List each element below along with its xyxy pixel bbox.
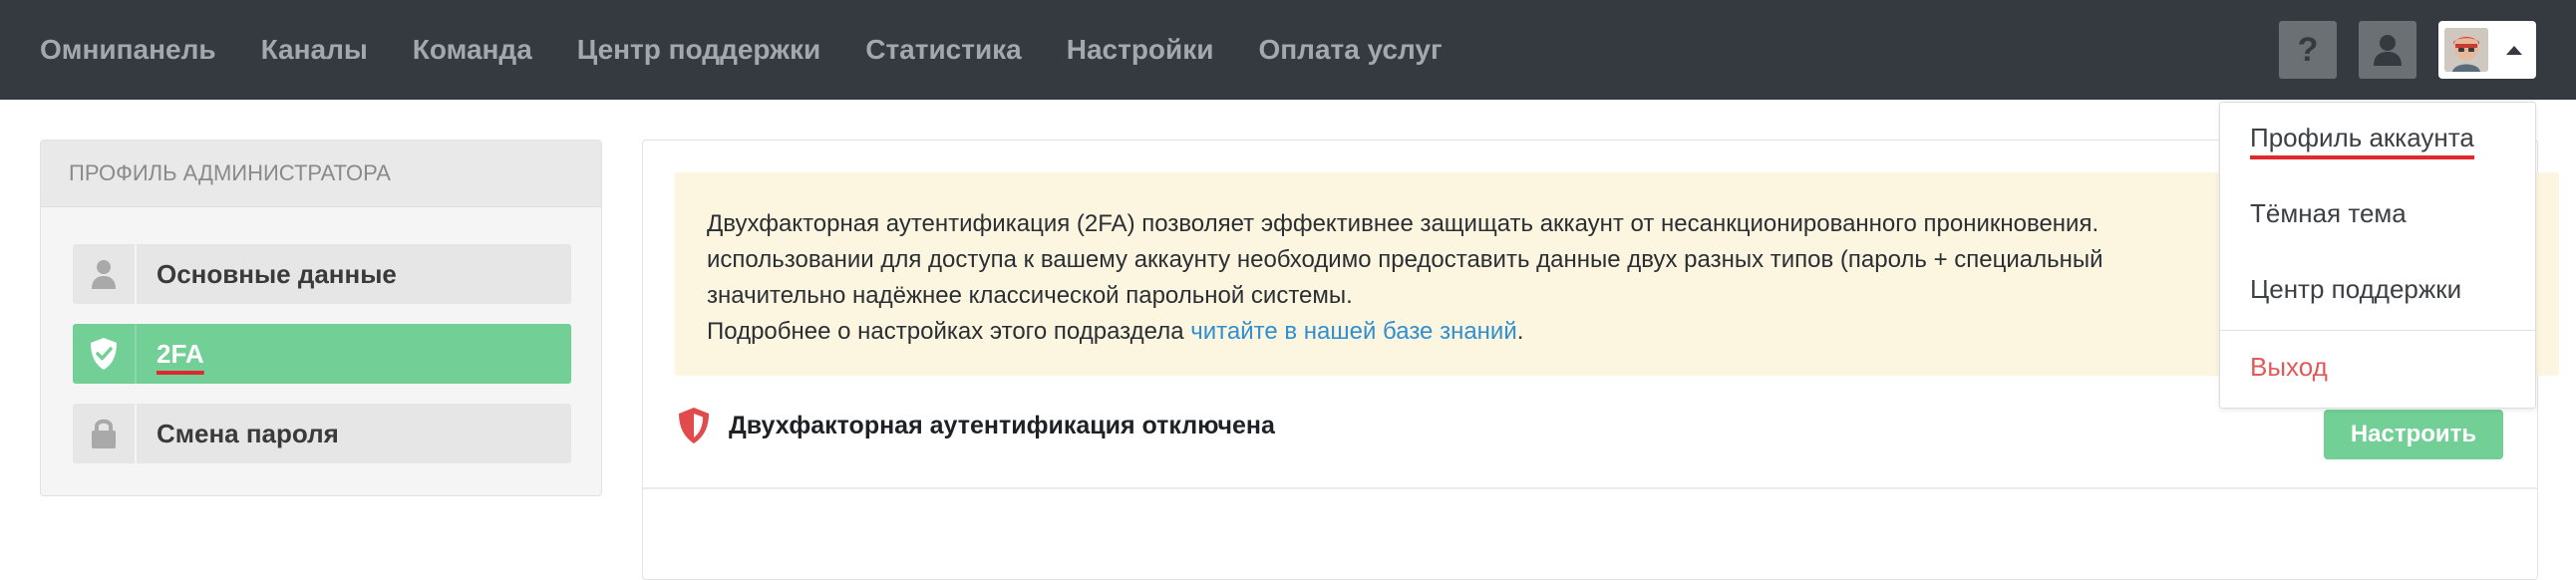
nav-item-billing[interactable]: Оплата услуг: [1258, 34, 1442, 66]
notice-line-4-prefix: Подробнее о настройках этого подраздела: [707, 318, 1191, 345]
nav-item-team[interactable]: Команда: [413, 34, 532, 66]
shield-icon: [679, 408, 709, 443]
main-nav: Омнипанель Каналы Команда Центр поддержк…: [40, 34, 1487, 66]
help-button[interactable]: ?: [2279, 21, 2337, 79]
notice-line-3: значительно надёжнее классической пароль…: [707, 282, 1353, 309]
shield-check-icon: [73, 324, 137, 384]
profile-menu-label: 2FA: [157, 338, 204, 369]
user-icon: [73, 244, 137, 304]
2fa-status-text: Двухфакторная аутентификация отключена: [729, 411, 1275, 439]
nav-item-channels[interactable]: Каналы: [261, 34, 368, 66]
divider: [643, 487, 2537, 489]
dropdown-item-support-center[interactable]: Центр поддержки: [2250, 274, 2461, 305]
profile-menu-label: Основные данные: [157, 258, 397, 289]
configure-2fa-button[interactable]: Настроить: [2324, 410, 2503, 459]
dropdown-item-logout[interactable]: Выход: [2250, 352, 2328, 383]
navbar-actions: ?: [2257, 21, 2536, 79]
nav-item-statistics[interactable]: Статистика: [865, 34, 1022, 66]
account-dropdown-menu: Профиль аккаунта Тёмная тема Центр подде…: [2219, 102, 2536, 409]
knowledge-base-link[interactable]: читайте в нашей базе знаний: [1190, 318, 1517, 345]
notice-line-1: Двухфакторная аутентификация (2FA) позво…: [707, 210, 2099, 237]
user-button[interactable]: [2359, 21, 2416, 79]
profile-menu-item-basic-data[interactable]: Основные данные: [73, 244, 571, 304]
lock-icon: [73, 404, 137, 463]
profile-menu-item-2fa[interactable]: 2FA: [73, 324, 571, 384]
profile-card-title: ПРОФИЛЬ АДМИНИСТРАТОРА: [41, 141, 601, 207]
nav-item-settings[interactable]: Настройки: [1067, 34, 1214, 66]
notice-line-2: использовании для доступа к вашему аккау…: [707, 246, 2103, 273]
2fa-status-row: Двухфакторная аутентификация отключена: [677, 406, 1275, 445]
account-menu-button[interactable]: [2438, 21, 2536, 79]
notice-line-4-suffix: .: [1516, 318, 1524, 345]
caret-up-icon: [2506, 45, 2522, 55]
dropdown-item-dark-theme[interactable]: Тёмная тема: [2250, 198, 2407, 229]
top-navbar: Омнипанель Каналы Команда Центр поддержк…: [0, 0, 2576, 100]
nav-item-omnipanel[interactable]: Омнипанель: [40, 34, 216, 66]
nav-item-support-center[interactable]: Центр поддержки: [577, 34, 820, 66]
user-icon: [2374, 35, 2402, 66]
dropdown-item-account-profile[interactable]: Профиль аккаунта: [2250, 123, 2474, 159]
profile-menu-item-change-password[interactable]: Смена пароля: [73, 404, 571, 463]
admin-profile-card: ПРОФИЛЬ АДМИНИСТРАТОРА Основные данные 2…: [40, 140, 602, 496]
avatar: [2444, 28, 2488, 72]
help-icon: ?: [2297, 30, 2319, 69]
profile-menu-label: Смена пароля: [157, 418, 339, 448]
divider: [2220, 330, 2535, 331]
